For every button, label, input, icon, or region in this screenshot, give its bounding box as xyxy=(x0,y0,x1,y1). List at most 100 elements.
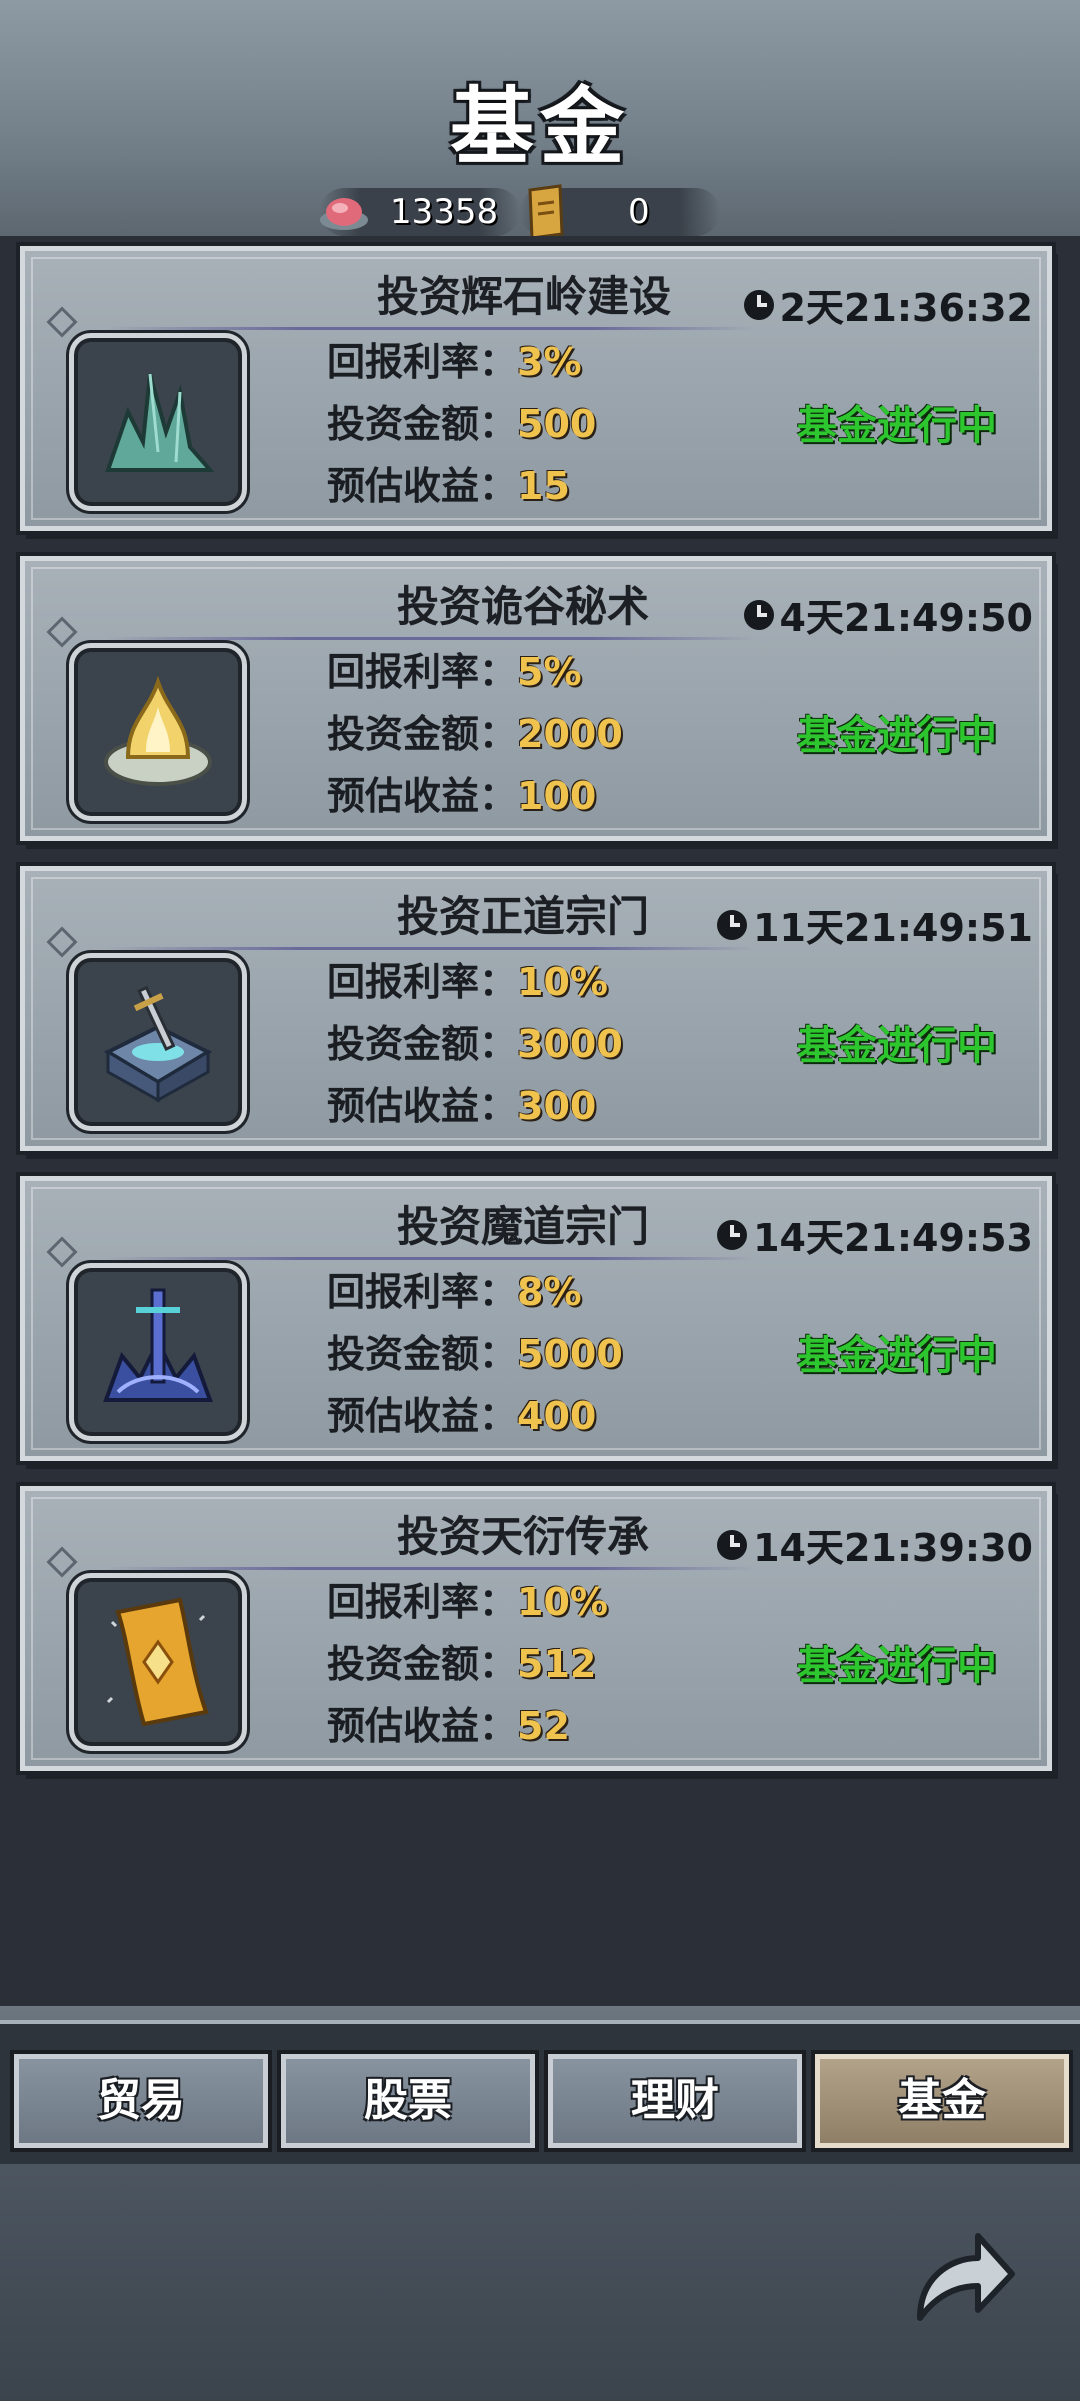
page-title: 基金 xyxy=(449,78,630,176)
fund-card[interactable]: 投资正道宗门 11天21:49:51 回报利率：10% 投资金额：3000 预估… xyxy=(20,866,1052,1151)
rate-row: 回报利率：10% xyxy=(327,1571,608,1626)
fund-timer-text: 11天21:49:51 xyxy=(753,906,1033,950)
fund-timer-text: 2天21:36:32 xyxy=(779,286,1033,330)
clock-icon xyxy=(717,1529,748,1560)
fund-icon-frame xyxy=(69,333,247,511)
fund-timer-text: 14天21:49:53 xyxy=(753,1216,1033,1260)
fund-title: 投资正道宗门 xyxy=(397,892,650,941)
rate-value: 3% xyxy=(517,340,582,384)
amount-label: 投资金额： xyxy=(327,1022,518,1066)
fund-card[interactable]: 投资天衍传承 14天21:39:30 回报利率：10% 投资金额：512 预估收… xyxy=(20,1486,1052,1771)
title-divider xyxy=(105,1567,755,1570)
rate-row: 回报利率：10% xyxy=(327,951,608,1006)
rate-row: 回报利率：3% xyxy=(327,331,582,386)
title-divider xyxy=(105,947,755,950)
currency-scroll-value: 0 xyxy=(628,192,650,232)
fund-icon-frame xyxy=(69,953,247,1131)
fund-title: 投资诡谷秘术 xyxy=(397,582,650,631)
fund-timer-text: 4天21:49:50 xyxy=(779,596,1033,640)
demon-sword-icon xyxy=(103,1288,213,1402)
fund-title: 投资天衍传承 xyxy=(397,1512,650,1561)
tab-finance[interactable]: 理财 xyxy=(548,2054,802,2148)
profit-label: 预估收益： xyxy=(327,1084,518,1128)
amount-row: 投资金额：512 xyxy=(327,1633,596,1688)
fund-title: 投资魔道宗门 xyxy=(397,1202,650,1251)
title-divider xyxy=(105,1257,755,1260)
currency-meat: 13358 xyxy=(320,188,520,236)
rate-label: 回报利率： xyxy=(327,1270,518,1314)
amount-row: 投资金额：2000 xyxy=(327,703,623,758)
amount-row: 投资金额：3000 xyxy=(327,1013,623,1068)
fund-timer-text: 14天21:39:30 xyxy=(753,1526,1033,1570)
amount-label: 投资金额： xyxy=(327,402,518,446)
currency-scroll: 0 xyxy=(520,184,720,240)
profit-value: 52 xyxy=(517,1704,570,1748)
amount-row: 投资金额：5000 xyxy=(327,1323,623,1378)
sword-altar-icon xyxy=(103,985,213,1103)
fund-icon-frame xyxy=(69,1263,247,1441)
tab-trade[interactable]: 贸易 xyxy=(14,2054,268,2148)
flame-lotus-icon xyxy=(104,675,212,786)
fund-status: 基金进行中 xyxy=(797,1643,997,1689)
rate-value: 8% xyxy=(517,1270,582,1314)
profit-value: 100 xyxy=(517,774,597,818)
fund-card[interactable]: 投资魔道宗门 14天21:49:53 回报利率：8% 投资金额：5000 预估收… xyxy=(20,1176,1052,1461)
rate-value: 5% xyxy=(517,650,582,694)
profit-row: 预估收益：300 xyxy=(327,1075,596,1130)
profit-label: 预估收益： xyxy=(327,1394,518,1438)
profit-row: 预估收益：52 xyxy=(327,1695,570,1750)
fund-status: 基金进行中 xyxy=(797,1023,997,1069)
rate-value: 10% xyxy=(517,960,608,1004)
tab-funds[interactable]: 基金 xyxy=(815,2054,1069,2148)
fund-timer: 14天21:39:30 xyxy=(717,1517,1033,1572)
amount-label: 投资金额： xyxy=(327,712,518,756)
fund-icon-frame xyxy=(69,643,247,821)
fund-icon-frame xyxy=(69,1573,247,1751)
fund-status: 基金进行中 xyxy=(797,1333,997,1379)
profit-row: 预估收益：100 xyxy=(327,765,596,820)
talisman-icon xyxy=(106,1597,209,1727)
rate-label: 回报利率： xyxy=(327,340,518,384)
fund-timer: 2天21:36:32 xyxy=(743,277,1033,332)
amount-label: 投资金额： xyxy=(327,1642,518,1686)
rate-row: 回报利率：8% xyxy=(327,1261,582,1316)
clock-icon xyxy=(717,909,748,940)
fund-timer: 14天21:49:53 xyxy=(717,1207,1033,1262)
meat-icon xyxy=(320,198,368,230)
amount-value: 500 xyxy=(517,402,597,446)
rate-row: 回报利率：5% xyxy=(327,641,582,696)
profit-label: 预估收益： xyxy=(327,774,518,818)
clock-icon xyxy=(743,599,774,630)
profit-label: 预估收益： xyxy=(327,464,518,508)
amount-row: 投资金额：500 xyxy=(327,393,596,448)
fund-title: 投资辉石岭建设 xyxy=(377,272,672,321)
currency-meat-value: 13358 xyxy=(390,192,499,232)
amount-value: 3000 xyxy=(517,1022,623,1066)
back-arrow-icon[interactable] xyxy=(900,2218,1020,2338)
fund-timer: 11天21:49:51 xyxy=(717,897,1033,952)
title-divider xyxy=(105,637,755,640)
rate-label: 回报利率： xyxy=(327,1580,518,1624)
scroll-ticket-icon xyxy=(528,184,564,240)
crystal-icon xyxy=(105,373,215,472)
fund-card[interactable]: 投资诡谷秘术 4天21:49:50 回报利率：5% 投资金额：2000 预估收益… xyxy=(20,556,1052,841)
profit-row: 预估收益：400 xyxy=(327,1385,596,1440)
amount-label: 投资金额： xyxy=(327,1332,518,1376)
tab-stocks[interactable]: 股票 xyxy=(281,2054,535,2148)
clock-icon xyxy=(717,1219,748,1250)
amount-value: 512 xyxy=(517,1642,597,1686)
amount-value: 2000 xyxy=(517,712,623,756)
profit-label: 预估收益： xyxy=(327,1704,518,1748)
title-divider xyxy=(105,327,755,330)
rate-label: 回报利率： xyxy=(327,650,518,694)
profit-value: 15 xyxy=(517,464,570,508)
amount-value: 5000 xyxy=(517,1332,623,1376)
fund-card[interactable]: 投资辉石岭建设 2天21:36:32 回报利率：3% 投资金额：500 预估收益… xyxy=(20,246,1052,531)
profit-value: 400 xyxy=(517,1394,597,1438)
fund-status: 基金进行中 xyxy=(797,403,997,449)
profit-value: 300 xyxy=(517,1084,597,1128)
profit-row: 预估收益：15 xyxy=(327,455,570,510)
rate-value: 10% xyxy=(517,1580,608,1624)
fund-status: 基金进行中 xyxy=(797,713,997,759)
clock-icon xyxy=(743,289,774,320)
